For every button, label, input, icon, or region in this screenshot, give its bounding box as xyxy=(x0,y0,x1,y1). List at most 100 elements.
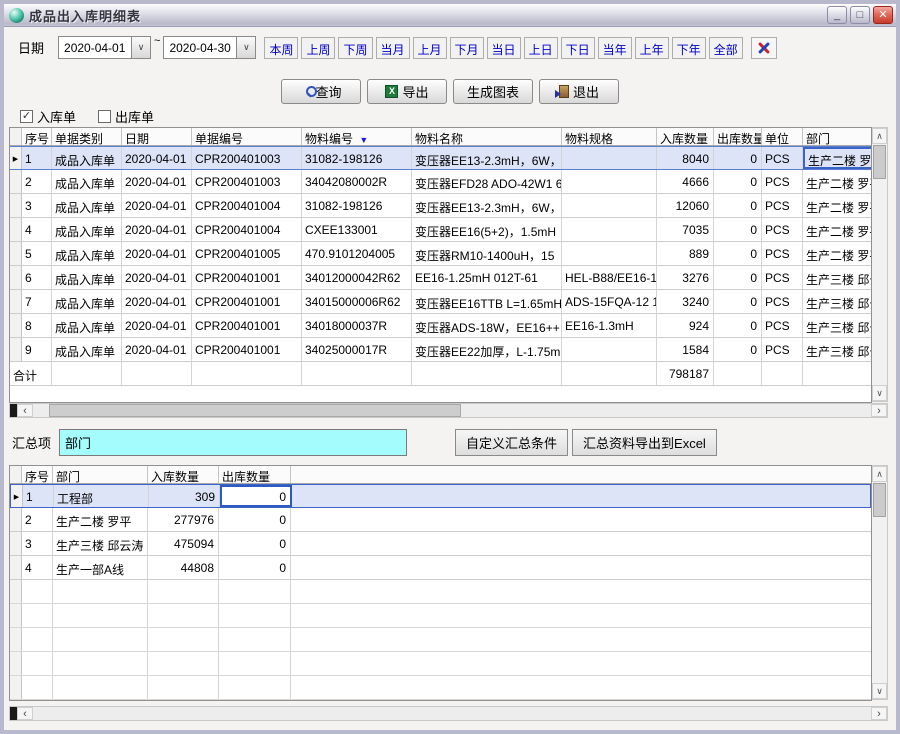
summary-grid: 序号 部门 入库数量 出库数量 1 工程部 309 0 xyxy=(9,465,896,701)
date-to-combo[interactable]: 2020-04-30 ∨ xyxy=(163,36,256,59)
detail-grid-hscrollbar[interactable]: ‹ › xyxy=(9,403,888,418)
quick-range-button[interactable]: 上日 xyxy=(524,37,558,59)
table-row[interactable]: 7 成品入库单 2020-04-01 CPR200401001 34015000… xyxy=(10,290,871,314)
scroll-down-icon[interactable]: ∨ xyxy=(872,385,887,401)
quick-range-button[interactable]: 下年 xyxy=(672,37,706,59)
quick-range-button[interactable]: 上周 xyxy=(301,37,335,59)
cell-seq: 3 xyxy=(22,194,52,217)
checkbox-unchecked-icon[interactable] xyxy=(98,110,111,123)
detail-grid-rows: 1 成品入库单 2020-04-01 CPR200401003 31082-19… xyxy=(10,146,871,362)
quick-range-button[interactable]: 上月 xyxy=(413,37,447,59)
col-header-dept[interactable]: 部门 xyxy=(53,466,148,483)
col-header-seq[interactable]: 序号 xyxy=(22,128,52,145)
cell-in-qty: 4666 xyxy=(657,170,714,193)
cell-out-qty: 0 xyxy=(714,242,762,265)
col-header-out-qty[interactable]: 出库数量 xyxy=(714,128,762,145)
exit-button[interactable]: 退出 xyxy=(539,79,619,104)
table-row[interactable]: 9 成品入库单 2020-04-01 CPR200401001 34025000… xyxy=(10,338,871,362)
scroll-right-icon[interactable]: › xyxy=(871,707,887,720)
table-row[interactable]: 3 生产三楼 邱云涛 475094 0 xyxy=(10,532,871,556)
date-from-combo[interactable]: 2020-04-01 ∨ xyxy=(58,36,151,59)
col-header-out-qty[interactable]: 出库数量 xyxy=(219,466,291,483)
cell-out-qty: 0 xyxy=(219,508,291,531)
col-header-part-name[interactable]: 物料名称 xyxy=(412,128,562,145)
col-header-in-qty[interactable]: 入库数量 xyxy=(657,128,714,145)
cell-in-qty: 12060 xyxy=(657,194,714,217)
scroll-left-icon[interactable]: ‹ xyxy=(17,707,33,720)
scroll-up-icon[interactable]: ∧ xyxy=(872,128,887,144)
table-row[interactable]: 8 成品入库单 2020-04-01 CPR200401001 34018000… xyxy=(10,314,871,338)
cell-doc-type: 成品入库单 xyxy=(52,218,122,241)
cell-doc-no: CPR200401004 xyxy=(192,218,302,241)
table-row[interactable]: 5 成品入库单 2020-04-01 CPR200401005 470.9101… xyxy=(10,242,871,266)
detail-grid-vscrollbar[interactable]: ∧ ∨ xyxy=(872,127,888,402)
chevron-down-icon[interactable]: ∨ xyxy=(131,37,150,58)
col-header-doc-no[interactable]: 单据编号 xyxy=(192,128,302,145)
summary-field-input[interactable] xyxy=(59,429,407,456)
cell-dept: 生产一部A线 xyxy=(53,556,148,579)
quick-range-button[interactable]: 下月 xyxy=(450,37,484,59)
cell-in-qty: 3240 xyxy=(657,290,714,313)
cell-out-qty: 0 xyxy=(714,170,762,193)
export-button[interactable]: X 导出 xyxy=(367,79,447,104)
summary-grid-vscrollbar[interactable]: ∧ ∨ xyxy=(872,465,888,700)
table-row[interactable]: 1 成品入库单 2020-04-01 CPR200401003 31082-19… xyxy=(10,146,871,170)
quick-range-button[interactable]: 当日 xyxy=(487,37,521,59)
hscroll-thumb[interactable] xyxy=(49,404,461,417)
cell-out-qty: 0 xyxy=(714,147,762,169)
inbound-checkbox[interactable]: ✓ 入库单 xyxy=(20,107,76,126)
quick-range-button[interactable]: 当月 xyxy=(376,37,410,59)
vscroll-thumb[interactable] xyxy=(873,145,886,179)
empty-grid-rows xyxy=(10,580,871,700)
scroll-left-icon[interactable]: ‹ xyxy=(17,404,33,417)
table-row[interactable]: 2 成品入库单 2020-04-01 CPR200401003 34042080… xyxy=(10,170,871,194)
scroll-down-icon[interactable]: ∨ xyxy=(872,683,887,699)
cell-unit: PCS xyxy=(762,338,803,361)
checkbox-checked-icon[interactable]: ✓ xyxy=(20,110,33,123)
cell-seq: 4 xyxy=(22,218,52,241)
summary-grid-hscrollbar[interactable]: ‹ › xyxy=(9,706,888,721)
table-row[interactable]: 1 工程部 309 0 xyxy=(10,484,871,508)
custom-summary-button[interactable]: 自定义汇总条件 xyxy=(455,429,568,456)
cell-doc-type: 成品入库单 xyxy=(52,314,122,337)
chevron-down-icon[interactable]: ∨ xyxy=(236,37,255,58)
summary-export-button[interactable]: 汇总资料导出到Excel xyxy=(572,429,717,456)
table-row[interactable]: 2 生产二楼 罗平 277976 0 xyxy=(10,508,871,532)
col-header-date[interactable]: 日期 xyxy=(122,128,192,145)
quick-range-button[interactable]: 下周 xyxy=(338,37,372,59)
col-header-doc-type[interactable]: 单据类别 xyxy=(52,128,122,145)
table-row[interactable]: 4 成品入库单 2020-04-01 CPR200401004 CXEE1330… xyxy=(10,218,871,242)
row-marker xyxy=(11,485,23,507)
excel-icon: X xyxy=(385,85,398,98)
header-marker-cell xyxy=(10,466,22,483)
cell-part-name: 变压器EE16TTB L=1.65mH xyxy=(412,290,562,313)
quick-range-button[interactable]: 下日 xyxy=(561,37,595,59)
cell-doc-no: CPR200401004 xyxy=(192,194,302,217)
scroll-right-icon[interactable]: › xyxy=(871,404,887,417)
col-header-seq[interactable]: 序号 xyxy=(22,466,53,483)
col-header-part-no[interactable]: 物料编号 ▼ xyxy=(302,128,412,145)
col-header-unit[interactable]: 单位 xyxy=(762,128,803,145)
table-row[interactable]: 6 成品入库单 2020-04-01 CPR200401001 34012000… xyxy=(10,266,871,290)
quick-range-button[interactable]: 本周 xyxy=(264,37,298,59)
minimize-button[interactable]: _ xyxy=(827,6,847,24)
col-header-dept[interactable]: 部门 xyxy=(803,128,871,145)
col-header-spec[interactable]: 物料规格 xyxy=(562,128,657,145)
close-button[interactable]: ✕ xyxy=(873,6,893,24)
table-row[interactable]: 4 生产一部A线 44808 0 xyxy=(10,556,871,580)
tools-icon-button[interactable] xyxy=(751,37,777,59)
quick-range-button[interactable]: 当年 xyxy=(598,37,632,59)
table-row[interactable]: 3 成品入库单 2020-04-01 CPR200401004 31082-19… xyxy=(10,194,871,218)
col-header-in-qty[interactable]: 入库数量 xyxy=(148,466,219,483)
scroll-up-icon[interactable]: ∧ xyxy=(872,466,887,482)
maximize-button[interactable]: □ xyxy=(850,6,870,24)
query-button[interactable]: 查询 xyxy=(281,79,361,104)
outbound-checkbox[interactable]: 出库单 xyxy=(98,107,154,126)
vscroll-thumb[interactable] xyxy=(873,483,886,517)
quick-range-button[interactable]: 上年 xyxy=(635,37,669,59)
detail-grid: 序号 单据类别 日期 单据编号 物料编号 ▼ 物料名称 物料规格 入库数量 出库… xyxy=(9,127,896,403)
cell-date: 2020-04-01 xyxy=(122,314,192,337)
quick-range-button[interactable]: 全部 xyxy=(709,37,743,59)
generate-chart-button[interactable]: 生成图表 xyxy=(453,79,533,104)
cell-doc-type: 成品入库单 xyxy=(52,147,122,169)
